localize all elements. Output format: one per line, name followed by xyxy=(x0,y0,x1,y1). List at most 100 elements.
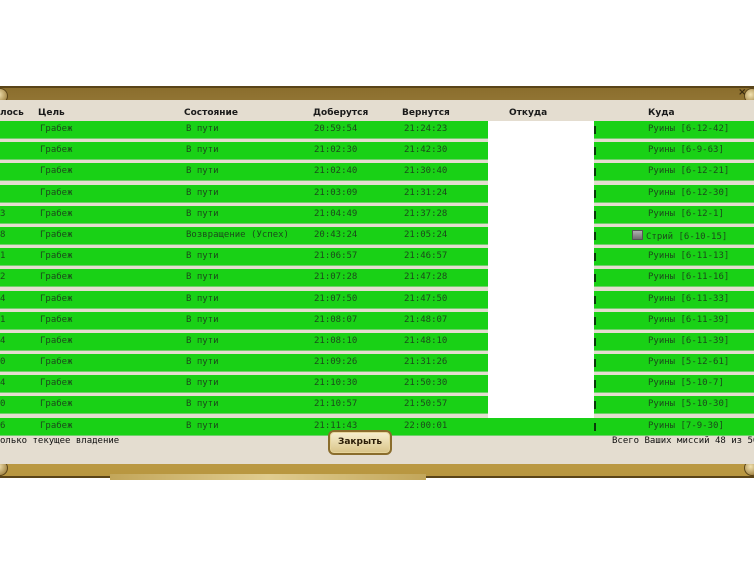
missions-count: Всего Ваших миссий 48 из 50 xyxy=(612,436,754,446)
cell-to-label: Стрий [6-10-15] xyxy=(646,231,728,242)
missions-table: Грабеж В пути 20:59:54 21:24:23 Руины [6-12-… xyxy=(0,121,754,439)
cell-return: 21:50:57 xyxy=(404,399,448,410)
cell-state: В пути xyxy=(186,335,219,346)
cell-to-label: Руины [6-12-42] xyxy=(648,124,730,134)
cell-to[interactable]: Стрий [6-10-15] xyxy=(632,229,728,242)
column-header-arrive: Доберутся xyxy=(313,108,369,118)
redacted-from-column xyxy=(488,121,594,418)
cell-return: 21:42:30 xyxy=(404,145,448,156)
cell-to[interactable]: Руины [5-10-7] xyxy=(648,378,724,388)
cell-arrive: 21:10:57 xyxy=(314,399,358,410)
cell-target: Грабеж xyxy=(40,357,73,368)
row-marker xyxy=(594,189,596,198)
cell-arrive: 21:09:26 xyxy=(314,357,358,368)
table-row[interactable]: Грабеж В пути 21:02:30 21:42:30 Руины [6-9-6… xyxy=(0,142,754,161)
cell-target: Грабеж xyxy=(40,272,73,283)
cell-to[interactable]: Руины [6-12-1] xyxy=(648,209,724,219)
cell-target: Грабеж xyxy=(40,208,73,219)
table-row[interactable]: Грабеж В пути 21:02:40 21:30:40 Руины [6-12-… xyxy=(0,163,754,182)
table-row[interactable]: Грабеж В пути 21:03:09 21:31:24 Руины [6-12-… xyxy=(0,184,754,203)
cell-id: 8 xyxy=(0,229,6,240)
cell-state: В пути xyxy=(186,357,219,368)
cell-return: 21:30:40 xyxy=(404,166,448,177)
cell-arrive: 21:07:50 xyxy=(314,293,358,304)
cell-arrive: 21:06:57 xyxy=(314,251,358,262)
close-button[interactable]: Закрыть xyxy=(328,430,392,455)
row-marker xyxy=(594,147,596,156)
cell-state: В пути xyxy=(186,166,219,177)
castle-icon xyxy=(632,229,643,240)
cell-to[interactable]: Руины [6-11-39] xyxy=(648,315,729,325)
row-marker xyxy=(594,337,596,346)
cell-target: Грабеж xyxy=(40,420,73,431)
cell-return: 21:47:28 xyxy=(404,272,448,283)
cell-to[interactable]: Руины [6-11-39] xyxy=(648,336,729,346)
column-header-state: Состояние xyxy=(184,108,238,118)
cell-target: Грабеж xyxy=(40,378,73,389)
cell-return: 21:48:10 xyxy=(404,335,448,346)
cell-to[interactable]: Руины [6-9-63] xyxy=(648,145,724,155)
cell-target: Грабеж xyxy=(40,124,73,134)
cell-to[interactable]: Руины [5-10-30] xyxy=(648,399,729,409)
table-header: лось Цель Состояние Доберутся Вернутся О… xyxy=(0,107,754,121)
cell-to[interactable]: Руины [6-11-13] xyxy=(648,251,729,261)
row-marker xyxy=(594,422,596,431)
cell-to[interactable]: Руины [6-11-33] xyxy=(648,294,729,304)
table-row[interactable]: 0 Грабеж В пути 21:10:57 21:50:57 Руины [5-10… xyxy=(0,396,754,415)
table-row[interactable]: 2 Грабеж В пути 21:07:28 21:47:28 Руины [6-11… xyxy=(0,269,754,288)
cell-target: Грабеж xyxy=(40,314,73,325)
cell-state: Возвращение (Успех) xyxy=(186,229,289,240)
cell-to[interactable]: Руины [6-12-42] xyxy=(648,124,729,134)
cell-return: 21:47:50 xyxy=(404,293,448,304)
cell-return: 21:31:24 xyxy=(404,187,448,198)
cell-state: В пути xyxy=(186,208,219,219)
table-row[interactable]: 8 Грабеж Возвращение (Успех) 20:43:24 21:05:… xyxy=(0,226,754,245)
cell-id: 4 xyxy=(0,293,6,304)
cell-state: В пути xyxy=(186,399,219,410)
cell-to-label: Руины [6-12-30] xyxy=(648,187,730,198)
row-marker xyxy=(594,295,596,304)
cell-return: 21:48:07 xyxy=(404,314,448,325)
cell-to-label: Руины [6-9-63] xyxy=(648,145,724,156)
cell-return: 21:46:57 xyxy=(404,251,448,262)
cell-arrive: 21:10:30 xyxy=(314,378,358,389)
table-row[interactable]: 3 Грабеж В пути 21:04:49 21:37:28 Руины [6-12… xyxy=(0,205,754,224)
column-header-to: Куда xyxy=(648,108,675,118)
row-marker xyxy=(594,316,596,325)
current-holding-only-label[interactable]: олько текущее владение xyxy=(0,436,119,446)
cell-state: В пути xyxy=(186,293,219,304)
cell-return: 21:31:26 xyxy=(404,357,448,368)
table-row[interactable]: 0 Грабеж В пути 21:09:26 21:31:26 Руины [5-12… xyxy=(0,354,754,373)
cell-id: 2 xyxy=(0,272,6,283)
row-marker xyxy=(594,168,596,177)
column-header-return: Вернутся xyxy=(402,108,450,118)
frame-bottom-ornament xyxy=(110,474,426,480)
cell-to-label: Руины [7-9-30] xyxy=(648,420,724,431)
column-header-id: лось xyxy=(0,108,24,118)
cell-return: 21:50:30 xyxy=(404,378,448,389)
close-icon[interactable]: × xyxy=(738,88,748,98)
cell-arrive: 20:59:54 xyxy=(314,124,358,134)
cell-return: 21:05:24 xyxy=(404,229,448,240)
table-row[interactable]: 4 Грабеж В пути 21:08:10 21:48:10 Руины [6-11… xyxy=(0,332,754,351)
cell-arrive: 21:03:09 xyxy=(314,187,358,198)
cell-arrive: 21:08:10 xyxy=(314,335,358,346)
cell-target: Грабеж xyxy=(40,399,73,410)
row-marker xyxy=(594,253,596,262)
cell-to[interactable]: Руины [6-12-30] xyxy=(648,188,729,198)
cell-to[interactable]: Руины [5-12-61] xyxy=(648,357,729,367)
cell-to[interactable]: Руины [7-9-30] xyxy=(648,421,724,431)
cell-state: В пути xyxy=(186,272,219,283)
table-row[interactable]: Грабеж В пути 20:59:54 21:24:23 Руины [6-12-… xyxy=(0,121,754,139)
table-row[interactable]: 1 Грабеж В пути 21:06:57 21:46:57 Руины [6-11… xyxy=(0,248,754,267)
table-row[interactable]: 4 Грабеж В пути 21:10:30 21:50:30 Руины [5-10… xyxy=(0,375,754,394)
table-row[interactable]: 4 Грабеж В пути 21:07:50 21:47:50 Руины [6-11… xyxy=(0,290,754,309)
cell-to[interactable]: Руины [6-11-16] xyxy=(648,272,729,282)
cell-to[interactable]: Руины [6-12-21] xyxy=(648,166,729,176)
cell-arrive: 21:02:30 xyxy=(314,145,358,156)
cell-target: Грабеж xyxy=(40,145,73,156)
row-marker xyxy=(594,231,596,240)
table-row[interactable]: 1 Грабеж В пути 21:08:07 21:48:07 Руины [6-11… xyxy=(0,311,754,330)
row-marker xyxy=(594,274,596,283)
column-header-from: Откуда xyxy=(509,108,548,118)
